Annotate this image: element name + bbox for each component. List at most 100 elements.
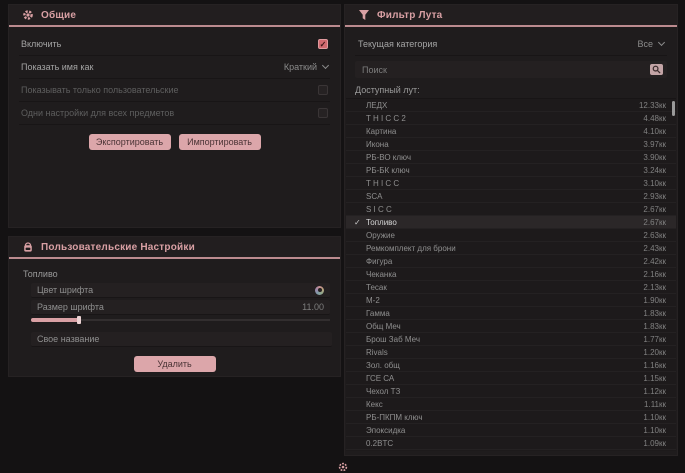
loot-row[interactable]: Rivals1.20кк	[346, 346, 676, 359]
loot-item-value: 2.63кк	[643, 231, 666, 240]
loot-row[interactable]: ЛЕДХ12.33кк	[346, 99, 676, 112]
loot-row[interactable]: Чехол ТЗ1.12кк	[346, 385, 676, 398]
loot-row[interactable]: Чеканка2.16кк	[346, 268, 676, 281]
loot-row[interactable]: ✓Топливо2.67кк	[346, 216, 676, 229]
loot-row[interactable]: DSPT1.00кк	[346, 450, 676, 451]
slider-thumb[interactable]	[77, 316, 81, 324]
loot-row[interactable]: 0.2BTC1.09кк	[346, 437, 676, 450]
scrollbar-thumb[interactable]	[672, 101, 675, 116]
loot-row[interactable]: T H I C C 24.48кк	[346, 112, 676, 125]
category-row: Текущая категория Все	[355, 33, 667, 56]
loot-item-name: Икона	[366, 140, 643, 149]
font-size-row: Размер шрифта 11.00	[31, 300, 330, 315]
backpack-icon	[21, 241, 34, 254]
loot-row[interactable]: Кекс1.11кк	[346, 398, 676, 411]
setting-only-custom: Показывать только пользовательские	[19, 79, 330, 102]
loot-item-value: 1.09кк	[643, 439, 666, 448]
search-input[interactable]	[362, 65, 650, 75]
loot-row[interactable]: РБ-БК ключ3.24кк	[346, 164, 676, 177]
loot-item-name: S I C C	[366, 205, 643, 214]
loot-item-value: 2.43кк	[643, 244, 666, 253]
loot-item-name: РБ-ПКПМ ключ	[366, 413, 643, 422]
loot-item-name: Чехол ТЗ	[366, 387, 643, 396]
only-custom-checkbox[interactable]	[318, 85, 328, 95]
loot-item-value: 2.67кк	[643, 218, 666, 227]
loot-item-value: 1.11кк	[644, 400, 666, 409]
loot-row[interactable]: Тесак2.13кк	[346, 281, 676, 294]
loot-item-name: 0.2BTC	[366, 439, 643, 448]
loot-item-value: 2.93кк	[643, 192, 666, 201]
loot-item-name: Ремкомплект для брони	[366, 244, 643, 253]
loot-row[interactable]: М-21.90кк	[346, 294, 676, 307]
enable-checkbox[interactable]: ✓	[318, 39, 328, 49]
loot-item-name: SCA	[366, 192, 643, 201]
custom-name-input[interactable]	[31, 332, 332, 347]
window-handle-icon[interactable]	[337, 460, 349, 471]
loot-row[interactable]: Икона3.97кк	[346, 138, 676, 151]
panel-general: Общие Включить ✓ Показать имя как Кратки…	[8, 4, 341, 228]
general-title: Общие	[41, 10, 76, 21]
loot-item-name: T H I C C	[366, 179, 643, 188]
loot-item-name: Оружие	[366, 231, 643, 240]
loot-row[interactable]: S I C C2.67кк	[346, 203, 676, 216]
loot-row[interactable]: Брош Заб Меч1.77кк	[346, 333, 676, 346]
loot-item-value: 2.16кк	[643, 270, 666, 279]
color-picker-icon[interactable]	[315, 286, 324, 295]
loot-row[interactable]: Оружие2.63кк	[346, 229, 676, 242]
loot-item-name: ЛЕДХ	[366, 101, 639, 110]
loot-item-name: М-2	[366, 296, 643, 305]
loot-item-value: 1.10кк	[643, 426, 666, 435]
display-name-dropdown[interactable]: Краткий	[284, 62, 328, 72]
import-button[interactable]: Импортировать	[179, 134, 261, 150]
delete-button[interactable]: Удалить	[134, 356, 216, 372]
loot-row[interactable]: Ремкомплект для брони2.43кк	[346, 242, 676, 255]
available-loot-label: Доступный лут:	[355, 85, 667, 95]
same-settings-checkbox[interactable]	[318, 108, 328, 118]
font-color-label: Цвет шрифта	[37, 285, 93, 295]
search-icon[interactable]	[650, 64, 663, 75]
custom-settings-title: Пользовательские Настройки	[41, 242, 195, 253]
loot-item-value: 2.67кк	[643, 205, 666, 214]
loot-item-value: 12.33кк	[639, 101, 666, 110]
enable-label: Включить	[21, 39, 61, 49]
loot-row[interactable]: Эпоксидка1.10кк	[346, 424, 676, 437]
loot-row[interactable]: ГСЕ СА1.15кк	[346, 372, 676, 385]
loot-list[interactable]: ЛЕДХ12.33ккT H I C C 24.48ккКартина4.10к…	[346, 98, 676, 451]
slider-fill	[31, 318, 79, 322]
loot-row[interactable]: Гамма1.83кк	[346, 307, 676, 320]
loot-item-name: Зол. общ	[366, 361, 643, 370]
category-value: Все	[637, 39, 653, 49]
loot-row[interactable]: РБ-ПКПМ ключ1.10кк	[346, 411, 676, 424]
setting-enable: Включить ✓	[19, 33, 330, 56]
loot-item-name: Эпоксидка	[366, 426, 643, 435]
font-color-row[interactable]: Цвет шрифта	[31, 283, 330, 298]
general-header: Общие	[9, 5, 340, 27]
loot-item-value: 1.83кк	[643, 322, 666, 331]
loot-item-name: Rivals	[366, 348, 643, 357]
loot-row[interactable]: Общ Меч1.83кк	[346, 320, 676, 333]
custom-settings-buttons: Удалить	[9, 356, 340, 372]
setting-display-name: Показать имя как Краткий	[19, 56, 330, 79]
font-size-slider[interactable]	[31, 316, 330, 324]
export-button[interactable]: Экспортировать	[89, 134, 171, 150]
loot-item-value: 3.10кк	[643, 179, 666, 188]
chevron-down-icon	[658, 39, 665, 46]
category-dropdown[interactable]: Все	[637, 39, 664, 49]
gear-icon	[21, 9, 34, 22]
loot-item-name: Картина	[366, 127, 643, 136]
loot-item-value: 1.16кк	[643, 361, 666, 370]
mod-config-window: Общие Включить ✓ Показать имя как Кратки…	[0, 0, 685, 473]
loot-item-name: Топливо	[366, 218, 643, 227]
loot-item-value: 1.90кк	[643, 296, 666, 305]
same-settings-label: Одни настройки для всех предметов	[21, 108, 174, 118]
loot-row[interactable]: SCA2.93кк	[346, 190, 676, 203]
loot-row[interactable]: Фигура2.42кк	[346, 255, 676, 268]
loot-row[interactable]: Зол. общ1.16кк	[346, 359, 676, 372]
loot-row[interactable]: Картина4.10кк	[346, 125, 676, 138]
panel-loot-filter: Фильтр Лута Текущая категория Все Доступ…	[344, 4, 678, 456]
loot-item-value: 4.48кк	[643, 114, 666, 123]
loot-row[interactable]: T H I C C3.10кк	[346, 177, 676, 190]
search-bar	[355, 61, 667, 78]
loot-item-name: ГСЕ СА	[366, 374, 643, 383]
loot-row[interactable]: РБ-ВО ключ3.90кк	[346, 151, 676, 164]
